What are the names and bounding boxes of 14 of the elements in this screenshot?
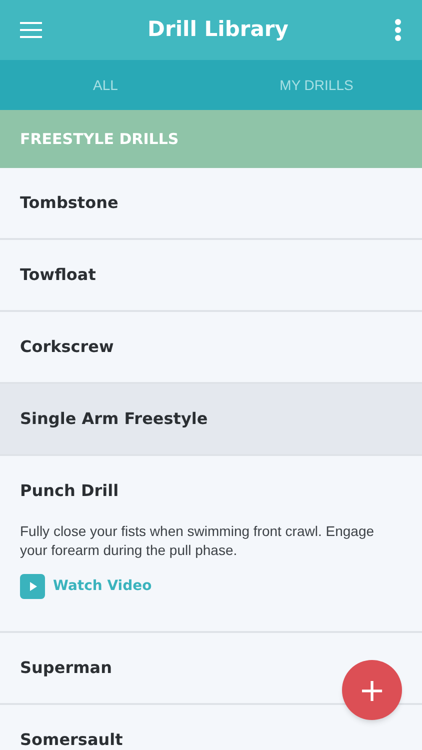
menu-icon[interactable] [20,22,42,38]
drill-name: Corkscrew [20,336,114,358]
drill-name: Punch Drill [20,480,119,502]
drill-name: Single Arm Freestyle [20,408,208,430]
section-title: FREESTYLE DRILLS [20,128,179,150]
drill-name: Somersault [20,729,123,750]
drill-name: Towfloat [20,264,96,286]
screen-title: Drill Library [148,16,288,44]
more-options-icon[interactable] [394,19,402,41]
drill-name: Superman [20,657,112,679]
drill-row[interactable]: Single Arm Freestyle [0,384,422,456]
drill-name: Tombstone [20,192,118,214]
play-icon [20,574,45,599]
drill-description: Fully close your fists when swimming front crawl. Engage your forearm during the pull phase. [20,522,376,560]
